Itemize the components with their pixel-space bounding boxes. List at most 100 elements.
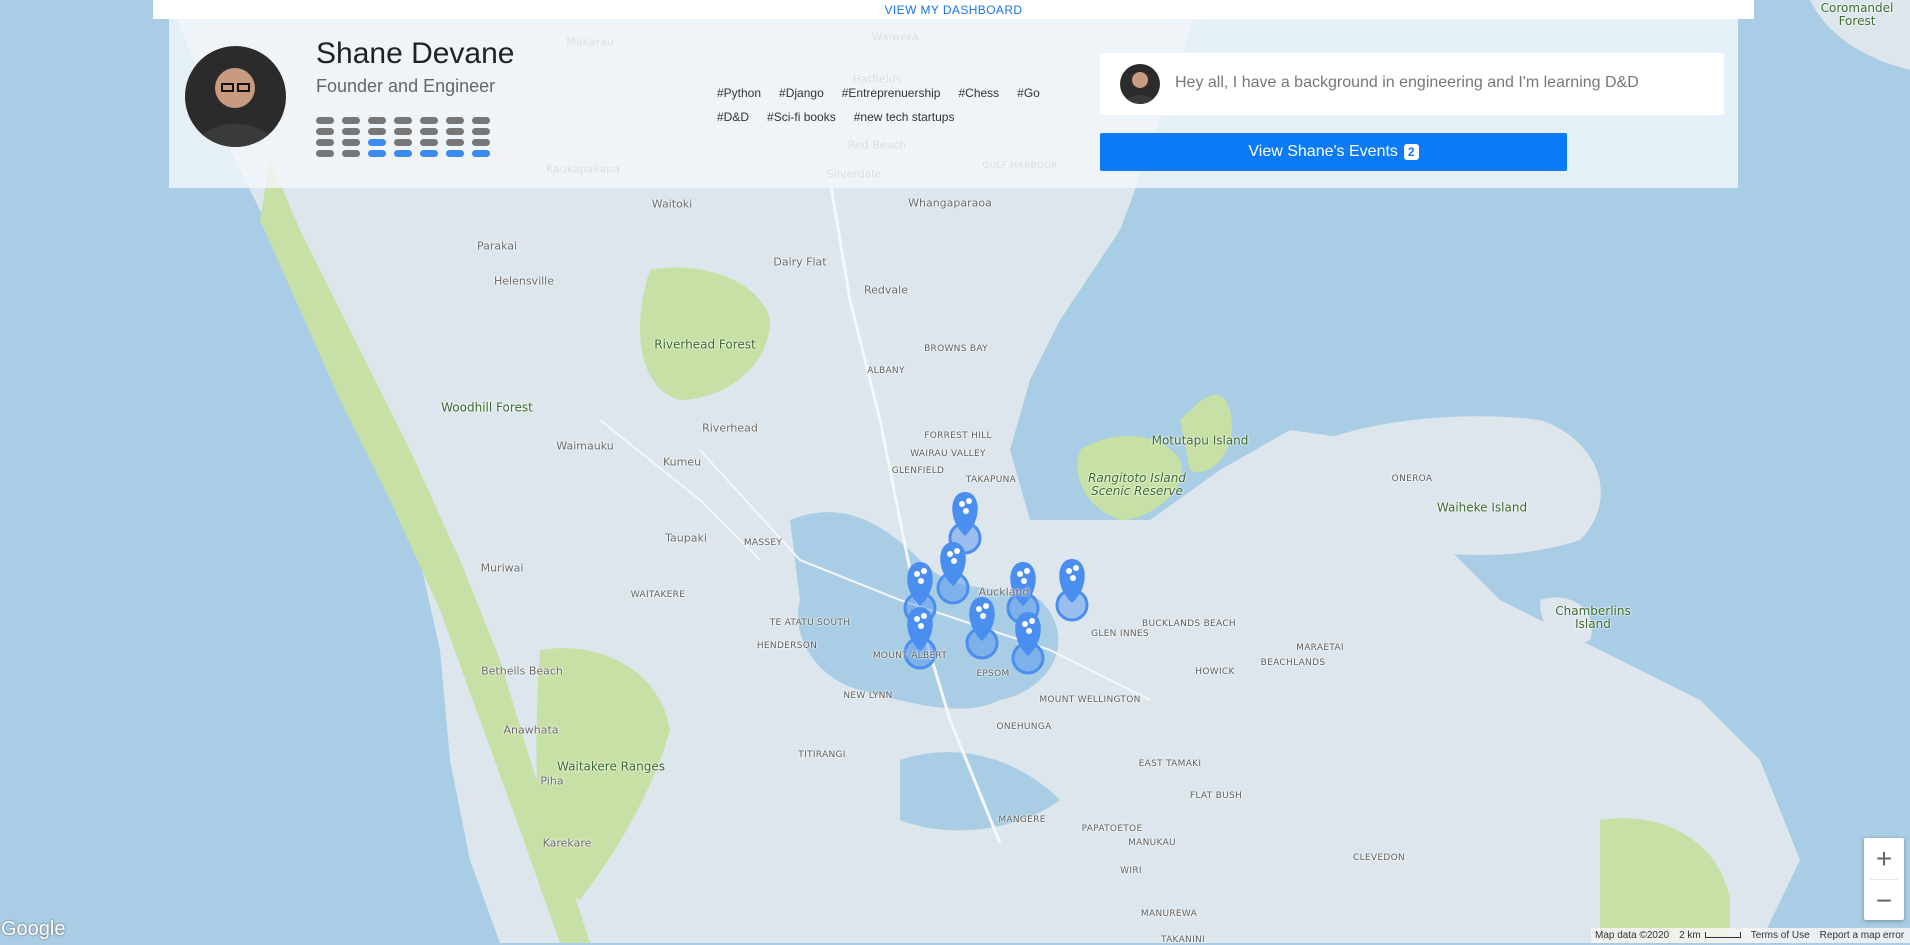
- place-label: PAPATOETOE: [1081, 824, 1143, 834]
- place-label: GLEN INNES: [1091, 629, 1149, 639]
- place-label: TE ATATU SOUTH: [769, 618, 851, 628]
- place-label: WAITAKERE: [630, 590, 686, 600]
- view-events-button[interactable]: View Shane's Events 2: [1100, 133, 1567, 171]
- availability-cell: [472, 139, 490, 146]
- place-label: Riverhead: [702, 421, 758, 435]
- place-label: ALBANY: [867, 366, 905, 376]
- place-label: Woodhill Forest: [441, 400, 533, 415]
- place-label: MANGERE: [998, 815, 1046, 825]
- availability-cell: [394, 128, 412, 135]
- availability-cell: [446, 117, 464, 124]
- view-events-label: View Shane's Events: [1248, 143, 1398, 160]
- place-label: FORREST HILL: [924, 431, 992, 441]
- place-label: ONEROA: [1391, 474, 1433, 484]
- bio-card: Hey all, I have a background in engineer…: [1100, 53, 1724, 115]
- place-label: ONEHUNGA: [996, 722, 1052, 732]
- place-label: MOUNT ALBERT: [872, 651, 948, 661]
- place-label: WAIRAU VALLEY: [910, 449, 986, 459]
- interest-tag[interactable]: #Entreprenuership: [838, 84, 945, 102]
- map-footer: Map data ©2020 2 km Terms of Use Report …: [1591, 928, 1910, 943]
- zoom-control: + −: [1864, 838, 1904, 920]
- place-label: BUCKLANDS BEACH: [1142, 619, 1236, 629]
- availability-cell: [368, 128, 386, 135]
- place-label: Whangaparaoa: [908, 196, 992, 210]
- availability-cell: [316, 139, 334, 146]
- place-label: HOWICK: [1195, 667, 1235, 677]
- availability-cell: [420, 117, 438, 124]
- zoom-in-button[interactable]: +: [1864, 838, 1904, 879]
- place-label: CLEVEDON: [1353, 853, 1405, 863]
- zoom-out-button[interactable]: −: [1864, 880, 1904, 921]
- place-label: MANUREWA: [1140, 909, 1198, 919]
- availability-cell: [342, 150, 360, 157]
- availability-cell: [472, 117, 490, 124]
- bio-avatar: [1120, 64, 1160, 104]
- interest-tag[interactable]: #Go: [1013, 84, 1044, 102]
- place-label: Parakai: [476, 239, 518, 253]
- terms-link[interactable]: Terms of Use: [1751, 930, 1810, 941]
- scale-line: [1704, 932, 1741, 939]
- place-label: Auckland: [978, 585, 1030, 599]
- place-label: Redvale: [864, 283, 908, 297]
- place-label: Anawhata: [503, 723, 559, 737]
- interest-tag[interactable]: #Chess: [954, 84, 1003, 102]
- place-label: MOUNT WELLINGTON: [1039, 695, 1141, 705]
- availability-cell: [394, 117, 412, 124]
- availability-cell: [472, 128, 490, 135]
- place-label: EAST TAMAKI: [1138, 759, 1202, 769]
- interest-tag[interactable]: #new tech startups: [850, 108, 959, 126]
- top-bar: VIEW MY DASHBOARD: [153, 0, 1754, 19]
- place-label: TITIRANGI: [798, 750, 846, 760]
- scale-text: 2 km: [1679, 930, 1701, 941]
- interest-tag[interactable]: #D&D: [713, 108, 753, 126]
- place-label: BROWNS BAY: [924, 344, 988, 354]
- view-dashboard-link[interactable]: VIEW MY DASHBOARD: [885, 3, 1023, 17]
- interest-tags: #Python #Django #Entreprenuership #Chess #Go…: [713, 84, 1053, 126]
- report-error-link[interactable]: Report a map error: [1820, 930, 1904, 941]
- availability-cell: [472, 150, 490, 157]
- place-label: MANUKAU: [1128, 838, 1176, 848]
- availability-cell: [316, 128, 334, 135]
- place-label: Karekare: [542, 836, 592, 850]
- place-label: Waitakere Ranges: [557, 759, 665, 774]
- availability-cell: [368, 139, 386, 146]
- place-label: TAKAPUNA: [965, 475, 1017, 485]
- availability-cell: [446, 128, 464, 135]
- place-label: HENDERSON: [756, 641, 818, 651]
- place-label: Riverhead Forest: [654, 337, 756, 352]
- place-label: TAKANINI: [1160, 935, 1206, 945]
- place-label: Helensville: [493, 274, 555, 288]
- availability-cell: [368, 150, 386, 157]
- interest-tag[interactable]: #Python: [713, 84, 765, 102]
- availability-cell: [420, 128, 438, 135]
- place-label: Chamberlins Island: [1555, 604, 1631, 631]
- place-label: WIRI: [1120, 866, 1142, 876]
- place-label: Rangitoto Island Scenic Reserve: [1088, 471, 1186, 498]
- place-label: Motutapu Island: [1151, 433, 1249, 448]
- availability-cell: [446, 150, 464, 157]
- availability-cell: [420, 150, 438, 157]
- interest-tag[interactable]: #Django: [775, 84, 828, 102]
- place-label: GLENFIELD: [891, 466, 945, 476]
- availability-cell: [394, 150, 412, 157]
- availability-cell: [394, 139, 412, 146]
- place-label: NEW LYNN: [843, 691, 893, 701]
- place-label: Coromandel Forest: [1820, 1, 1894, 28]
- bio-text: Hey all, I have a background in engineer…: [1175, 74, 1639, 91]
- place-label: Bethells Beach: [481, 664, 563, 678]
- profile-name: Shane Devane: [316, 37, 515, 70]
- place-label: MASSEY: [743, 538, 783, 548]
- place-label: Waiheke Island: [1436, 500, 1528, 515]
- interest-tag[interactable]: #Sci-fi books: [763, 108, 840, 126]
- availability-cell: [420, 139, 438, 146]
- availability-grid: [316, 117, 490, 157]
- place-label: Waimauku: [556, 439, 614, 453]
- place-label: BEACHLANDS: [1260, 658, 1326, 668]
- profile-avatar: [185, 46, 286, 147]
- place-label: Waitoki: [651, 197, 693, 211]
- google-logo: Google: [1, 918, 66, 940]
- place-label: Dairy Flat: [773, 255, 827, 269]
- place-label: FLAT BUSH: [1189, 791, 1243, 801]
- events-count-badge: 2: [1403, 144, 1419, 160]
- availability-cell: [342, 139, 360, 146]
